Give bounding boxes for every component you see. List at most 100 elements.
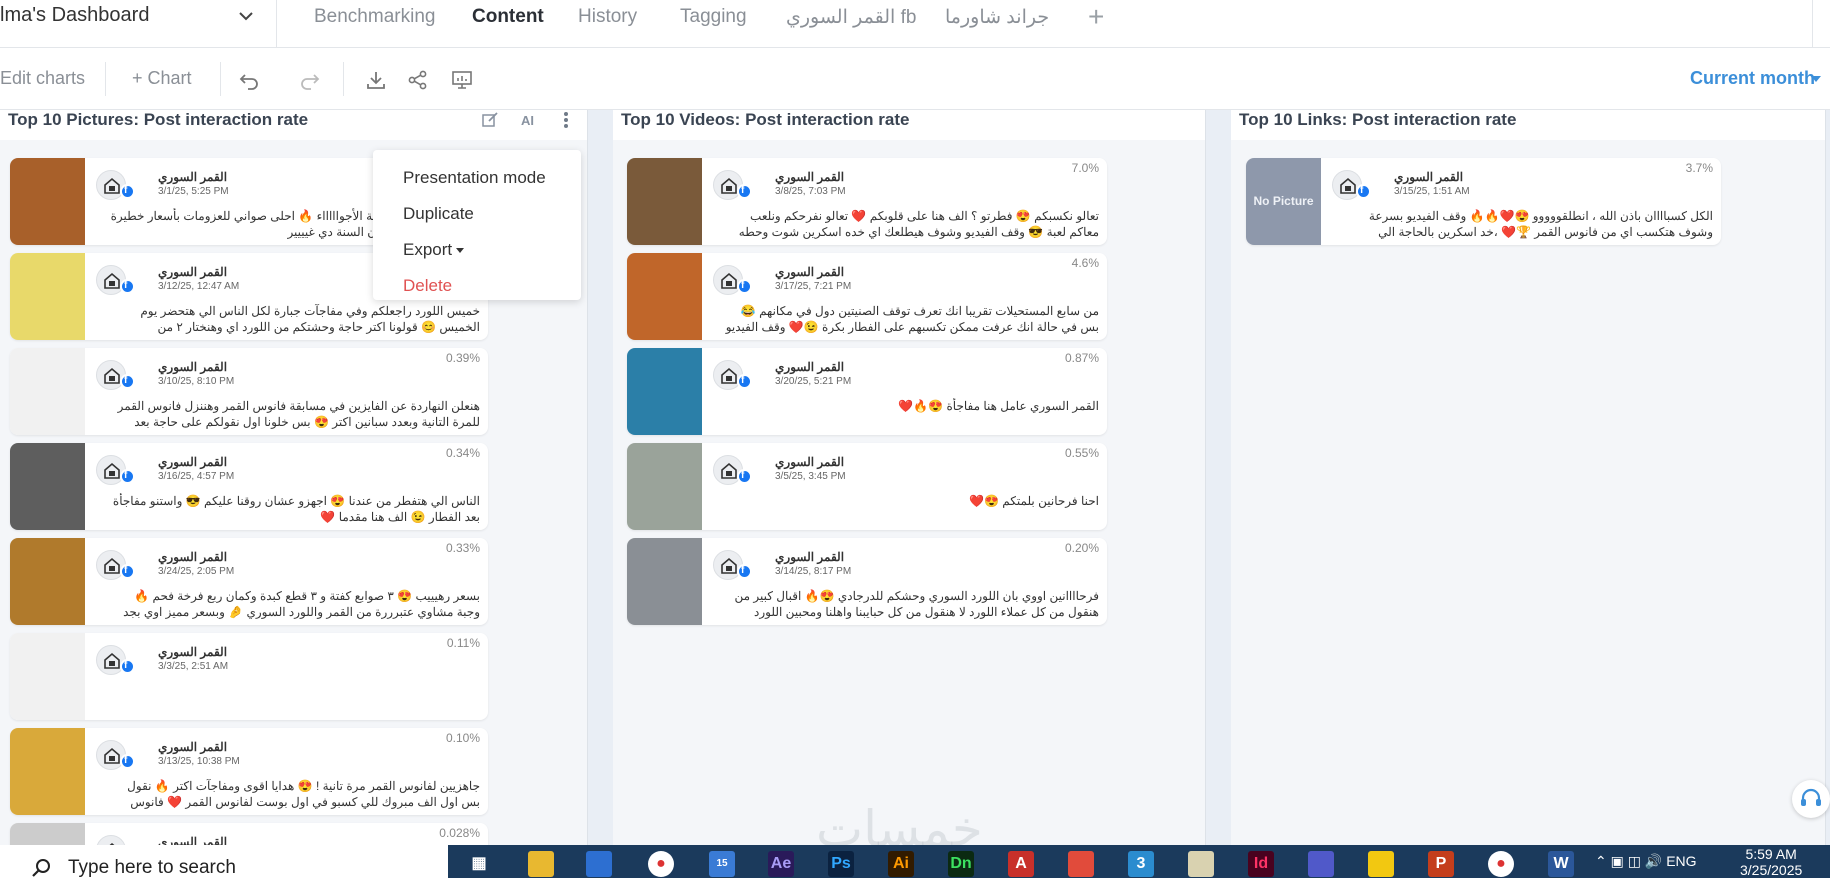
post-thumbnail[interactable]: [627, 538, 702, 625]
post-card[interactable]: f القمر السوري 3/8/25, 7:03 PM 7.0% تعالو نك…: [627, 158, 1107, 245]
autocad-icon[interactable]: A: [1008, 851, 1034, 877]
post-card[interactable]: f القمر السوري 3/20/25, 5:21 PM 0.87% القمر …: [627, 348, 1107, 435]
facebook-icon: f: [120, 279, 135, 294]
tab-alqamar-fb[interactable]: القمر السوري fb: [786, 6, 916, 29]
page-name: القمر السوري: [158, 265, 228, 279]
post-card[interactable]: f القمر السوري 3/5/25, 3:45 PM 0.55% احنا فر…: [627, 443, 1107, 530]
chrome-icon[interactable]: ●: [1488, 851, 1514, 877]
sketchup-icon[interactable]: [1068, 851, 1094, 877]
post-thumbnail[interactable]: [627, 253, 702, 340]
post-date: 3/5/25, 3:45 PM: [775, 471, 846, 482]
3dsmax-icon[interactable]: 3: [1128, 851, 1154, 877]
post-text: الناس الي هتفطر من عندنا 😍 اجهزو عشان رو…: [112, 494, 480, 524]
facebook-glyph: f: [741, 280, 745, 291]
post-card[interactable]: f القمر السوري 3/3/25, 2:51 AM 0.11%: [10, 633, 488, 720]
task-view-icon[interactable]: ▦: [466, 851, 492, 877]
search-placeholder: Type here to search: [68, 857, 236, 878]
post-text: بسعر رهيييب 😍 ٣ صوابع كفتة و ٣ قطع كبدة …: [123, 589, 480, 619]
tab-tagging[interactable]: Tagging: [680, 6, 747, 28]
indesign-icon[interactable]: Id: [1248, 851, 1274, 877]
map-app-icon[interactable]: [1188, 851, 1214, 877]
post-text: خميس اللورد راجعلكم وفي مفاجآت جبارة لكل…: [140, 304, 480, 334]
store-icon[interactable]: [586, 851, 612, 877]
page-name: القمر السوري: [158, 645, 228, 659]
post-thumbnail[interactable]: [10, 538, 85, 625]
post-thumbnail[interactable]: [10, 633, 85, 720]
share-icon[interactable]: [406, 68, 430, 92]
post-card[interactable]: f القمر السوري 3/24/25, 2:05 PM 0.33% بسعر ر…: [10, 538, 488, 625]
teams-icon[interactable]: [1308, 851, 1334, 877]
divider: [343, 62, 344, 96]
post-card[interactable]: f القمر السوري 3/14/25, 8:17 PM 0.20% فرحااا…: [627, 538, 1107, 625]
mail-icon[interactable]: 15: [709, 851, 735, 877]
divider: [105, 62, 106, 96]
menu-item-presentation-mode[interactable]: Presentation mode: [403, 168, 546, 188]
page-logo-icon: [104, 367, 120, 384]
tab-grand-shawarma[interactable]: جراند شاورما: [945, 6, 1049, 29]
undo-icon[interactable]: [237, 68, 261, 92]
post-thumbnail[interactable]: [10, 443, 85, 530]
page-logo-icon: [721, 272, 737, 289]
menu-item-delete[interactable]: Delete: [403, 276, 452, 296]
post-card[interactable]: No Picture f القمر السوري 3/15/25, 1:51 AM 3…: [1246, 158, 1721, 245]
post-thumbnail[interactable]: [10, 348, 85, 435]
system-tray[interactable]: ⌃ ▣ ◫ 🔊 ENG: [1595, 853, 1697, 870]
facebook-glyph: f: [124, 280, 128, 291]
download-icon[interactable]: [364, 68, 388, 92]
no-picture-placeholder: No Picture: [1246, 158, 1321, 245]
illustrator-icon[interactable]: Ai: [888, 851, 914, 877]
clock[interactable]: 5:59 AM 3/25/2025: [1740, 846, 1802, 878]
post-date: 3/16/25, 4:57 PM: [158, 471, 235, 482]
chrome-icon[interactable]: ●: [648, 851, 674, 877]
post-card[interactable]: fالقمر السوري0.028%: [10, 823, 488, 845]
photoshop-icon[interactable]: Ps: [828, 851, 854, 877]
support-headset-icon[interactable]: [1792, 780, 1830, 818]
presentation-icon[interactable]: [450, 68, 474, 92]
post-thumbnail[interactable]: [10, 823, 85, 845]
tab-benchmarking[interactable]: Benchmarking: [314, 6, 435, 28]
date-range-dropdown[interactable]: Current month: [1690, 68, 1815, 89]
post-card[interactable]: f القمر السوري 3/17/25, 7:21 PM 4.6% من سابع…: [627, 253, 1107, 340]
chevron-down-icon[interactable]: [236, 6, 256, 26]
interaction-rate: 0.39%: [445, 351, 480, 365]
post-card[interactable]: f القمر السوري 3/13/25, 10:38 PM 0.10% جاهزي…: [10, 728, 488, 815]
panel-title: Top 10 Links: Post interaction rate: [1239, 110, 1517, 129]
post-card[interactable]: f القمر السوري 3/16/25, 4:57 PM 0.34% الناس …: [10, 443, 488, 530]
post-thumbnail[interactable]: [627, 443, 702, 530]
ai-icon[interactable]: AI: [518, 110, 538, 130]
post-thumbnail[interactable]: [627, 158, 702, 245]
facebook-glyph: f: [741, 185, 745, 196]
edit-charts-button[interactable]: Edit charts: [0, 68, 85, 89]
powerbi-icon[interactable]: [1368, 851, 1394, 877]
powerpoint-icon[interactable]: P: [1428, 851, 1454, 877]
word-icon[interactable]: W: [1548, 851, 1574, 877]
menu-item-duplicate[interactable]: Duplicate: [403, 204, 474, 224]
add-chart-button[interactable]: + Chart: [132, 68, 192, 89]
add-tab-button[interactable]: +: [1088, 3, 1104, 31]
menu-item-export[interactable]: Export: [403, 240, 465, 260]
interaction-rate: 0.20%: [1064, 541, 1099, 555]
taskbar-search-box[interactable]: Type here to search: [0, 845, 448, 878]
tab-content[interactable]: Content: [472, 6, 544, 28]
redo-icon[interactable]: [298, 68, 322, 92]
tab-history[interactable]: History: [578, 6, 637, 28]
post-thumbnail[interactable]: [10, 728, 85, 815]
dimension-icon[interactable]: Dn: [948, 851, 974, 877]
post-thumbnail[interactable]: [627, 348, 702, 435]
post-thumbnail[interactable]: [10, 253, 85, 340]
post-thumbnail[interactable]: [10, 158, 85, 245]
post-card[interactable]: f القمر السوري 3/10/25, 8:10 PM 0.39% هنعلن …: [10, 348, 488, 435]
interaction-rate: 7.0%: [1071, 161, 1099, 175]
after-effects-icon[interactable]: Ae: [768, 851, 794, 877]
dashboard-title[interactable]: lma's Dashboard: [0, 4, 149, 27]
search-icon: [32, 859, 50, 877]
facebook-glyph: f: [124, 755, 128, 766]
more-options-icon[interactable]: [556, 110, 576, 130]
edit-icon[interactable]: [480, 110, 500, 130]
page-logo-icon: [721, 367, 737, 384]
interaction-rate: 0.33%: [445, 541, 480, 555]
interaction-rate: 0.028%: [439, 826, 480, 840]
file-explorer-icon[interactable]: [528, 851, 554, 877]
page-logo-icon: [721, 177, 737, 194]
caret-down-icon[interactable]: [1811, 76, 1821, 82]
